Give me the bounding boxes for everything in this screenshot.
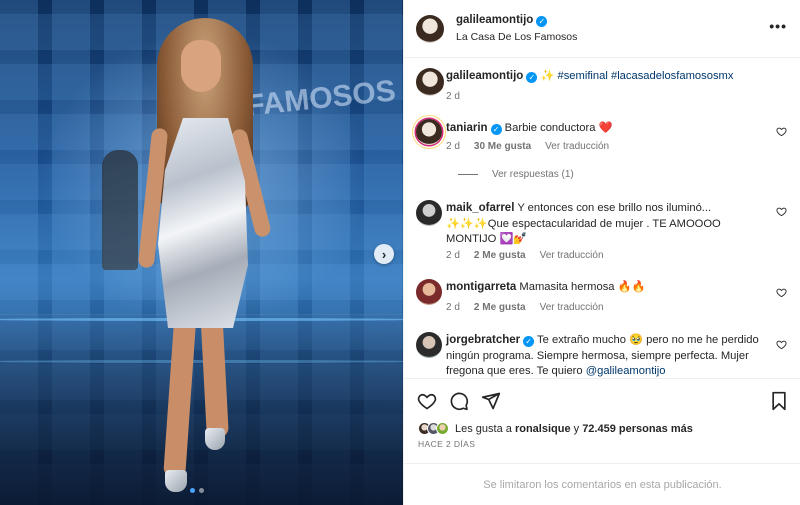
liker-avatars	[418, 422, 449, 435]
comment-body: Barbie conductora ❤️	[504, 122, 613, 134]
shoe	[205, 428, 225, 450]
like-comment-heart-icon[interactable]	[776, 126, 788, 138]
leg	[163, 307, 197, 479]
comment-likes[interactable]: 2 Me gusta	[474, 250, 526, 261]
comment-likes[interactable]: 30 Me gusta	[474, 141, 531, 152]
carousel-dot	[199, 488, 204, 493]
post-media[interactable]: FAMOSOS ›	[0, 0, 403, 505]
post-date[interactable]: HACE 2 DÍAS	[418, 439, 475, 449]
comment-meta: 2 d 2 Me gusta Ver traducción	[446, 302, 604, 313]
save-bookmark-icon[interactable]	[770, 391, 790, 411]
comment-username[interactable]: taniarin	[446, 122, 488, 134]
liker-username[interactable]: ronalsique	[515, 423, 571, 435]
post-header: galileamontijo ✓ La Casa De Los Famosos •…	[404, 0, 800, 58]
comment-username[interactable]: montigarreta	[446, 281, 516, 293]
comment-text: maik_ofarrel Y entonces con ese brillo n…	[446, 201, 774, 248]
comment-text: jorgebratcher ✓ Te extraño mucho 🥹 pero n…	[446, 333, 774, 380]
comment-avatar[interactable]	[416, 200, 442, 226]
author-username[interactable]: galileamontijo	[456, 14, 533, 26]
post-location[interactable]: La Casa De Los Famosos	[456, 31, 577, 43]
comment-text: montigarreta Mamasita hermosa 🔥🔥	[446, 280, 774, 296]
translate-link[interactable]: Ver traducción	[540, 302, 604, 313]
comment-meta: 2 d 2 Me gusta Ver traducción	[446, 250, 604, 261]
translate-link[interactable]: Ver traducción	[540, 250, 604, 261]
caption-avatar[interactable]	[416, 68, 444, 96]
comments-limited-notice: Se limitaron los comentarios en esta pub…	[404, 463, 800, 505]
verified-badge-icon: ✓	[526, 72, 538, 84]
comment-username[interactable]: maik_ofarrel	[446, 202, 514, 214]
like-heart-icon[interactable]	[417, 391, 437, 411]
face	[181, 40, 221, 92]
comment-text: taniarin ✓ Barbie conductora ❤️	[446, 121, 774, 137]
post-side-panel: galileamontijo ✓ La Casa De Los Famosos •…	[403, 0, 800, 505]
comment-meta: 2 d 30 Me gusta Ver traducción	[446, 141, 609, 152]
host-figure	[135, 18, 285, 498]
like-comment-heart-icon[interactable]	[776, 287, 788, 299]
likes-count[interactable]: 72.459 personas más	[582, 423, 693, 435]
author-avatar[interactable]	[416, 15, 444, 43]
view-replies-link[interactable]: Ver respuestas (1)	[458, 169, 574, 180]
comment-time[interactable]: 2 d	[446, 302, 460, 313]
carousel-next-button[interactable]: ›	[374, 244, 394, 264]
view-replies-label[interactable]: Ver respuestas (1)	[492, 169, 574, 180]
caption-text: galileamontijo ✓ ✨ #semifinal #lacasadelo…	[446, 69, 774, 85]
comment-likes[interactable]: 2 Me gusta	[474, 302, 526, 313]
background-person	[102, 150, 138, 270]
carousel-dot	[190, 488, 195, 493]
caption-time[interactable]: 2 d	[446, 91, 460, 102]
like-comment-heart-icon[interactable]	[776, 339, 788, 351]
post-actions-section: Les gusta a ronalsique y 72.459 personas…	[404, 378, 800, 505]
comment-username[interactable]: jorgebratcher	[446, 334, 520, 346]
hashtag-lacasadelosfamososmx[interactable]: #lacasadelosfamososmx	[611, 70, 734, 82]
carousel-dots	[190, 488, 204, 493]
like-comment-heart-icon[interactable]	[776, 206, 788, 218]
comment-body: Mamasita hermosa 🔥🔥	[519, 281, 646, 293]
comment-bubble-icon[interactable]	[449, 391, 469, 411]
comment-time[interactable]: 2 d	[446, 250, 460, 261]
comment-time[interactable]: 2 d	[446, 141, 460, 152]
sparkle-emoji: ✨	[540, 70, 555, 82]
liker-avatar	[436, 422, 449, 435]
caption-meta: 2 d	[446, 91, 460, 102]
likes-prefix: Les gusta a	[455, 422, 512, 435]
author-info: galileamontijo ✓ La Casa De Los Famosos	[456, 14, 577, 43]
comment-avatar[interactable]	[416, 332, 442, 358]
translate-link[interactable]: Ver traducción	[545, 141, 609, 152]
share-paper-plane-icon[interactable]	[481, 391, 501, 411]
replies-divider	[458, 174, 478, 175]
caption-username[interactable]: galileamontijo	[446, 70, 523, 82]
verified-badge-icon: ✓	[523, 336, 535, 348]
comment-avatar[interactable]	[416, 279, 442, 305]
hashtag-semifinal[interactable]: #semifinal	[557, 70, 607, 82]
shoe	[165, 470, 187, 492]
more-options-icon[interactable]: •••	[769, 18, 787, 34]
mention-link[interactable]: @galileamontijo	[586, 365, 666, 377]
verified-badge-icon: ✓	[490, 124, 502, 136]
verified-badge-icon: ✓	[536, 16, 548, 27]
likes-summary: Les gusta a ronalsique y 72.459 personas…	[418, 422, 693, 435]
likes-conjunction: y	[573, 422, 580, 435]
comment-avatar[interactable]	[416, 119, 442, 145]
